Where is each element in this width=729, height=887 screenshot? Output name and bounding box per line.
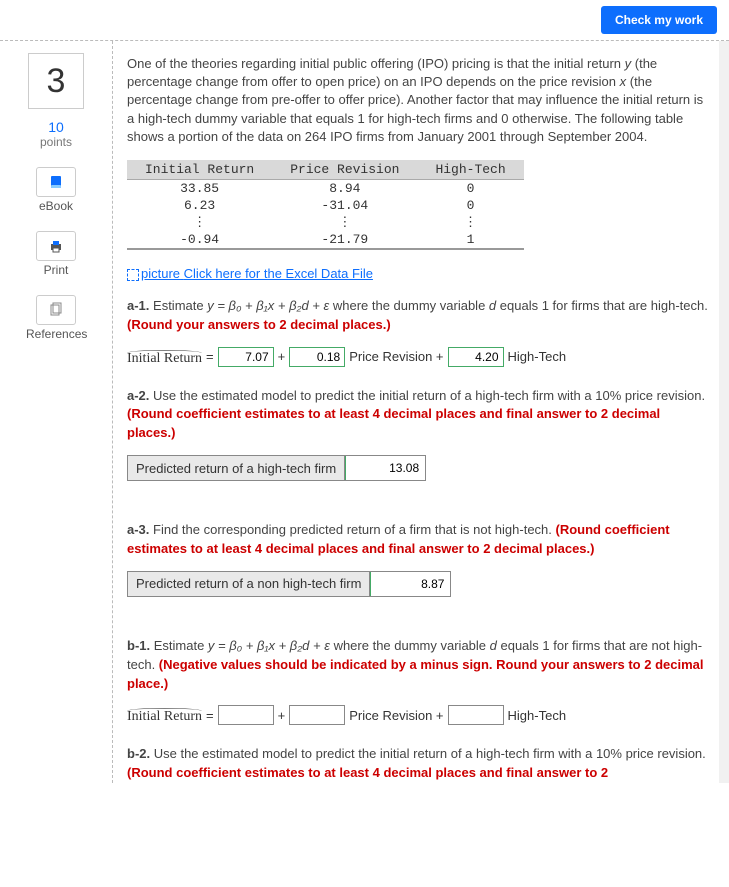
question-a3: a-3. Find the corresponding predicted re… (127, 521, 711, 559)
picture-icon (127, 269, 139, 281)
table-row: 33.858.940 (127, 179, 524, 197)
data-table: Initial Return Price Revision High-Tech … (127, 160, 524, 250)
b1-formula: Initial Return = + Price Revision + High… (127, 705, 711, 725)
ebook-label: eBook (39, 199, 73, 213)
question-b2: b-2. Use the estimated model to predict … (127, 745, 711, 783)
a2-row-label: Predicted return of a high-tech firm (128, 456, 345, 481)
initial-return-hat-b: Initial Return (127, 705, 202, 725)
print-button[interactable]: Print (26, 231, 86, 277)
table-row: 6.23-31.040 (127, 197, 524, 214)
question-a2: a-2. Use the estimated model to predict … (127, 387, 711, 444)
main-wrap: 3 10 points eBook Print References One o… (0, 40, 729, 783)
copy-icon (36, 295, 76, 325)
table-row: ⋮⋮⋮ (127, 214, 524, 231)
initial-return-hat: Initial Return (127, 347, 202, 367)
sidebar: 3 10 points eBook Print References (0, 41, 112, 783)
question-number: 3 (28, 53, 84, 109)
table-row: -0.94-21.791 (127, 231, 524, 249)
excel-data-link[interactable]: picture Click here for the Excel Data Fi… (127, 266, 373, 281)
b1-beta1-input[interactable] (289, 705, 345, 725)
a1-formula: Initial Return = + Price Revision + High… (127, 347, 711, 367)
book-icon (36, 167, 76, 197)
a2-value-input[interactable] (345, 456, 425, 480)
a2-answer-table: Predicted return of a high-tech firm (127, 455, 426, 481)
a1-beta2-input[interactable] (448, 347, 504, 367)
col-initial-return: Initial Return (127, 160, 272, 180)
col-high-tech: High-Tech (417, 160, 523, 180)
a3-answer-table: Predicted return of a non high-tech firm (127, 571, 451, 597)
scrollbar[interactable] (719, 41, 729, 783)
a1-beta1-input[interactable] (289, 347, 345, 367)
col-price-revision: Price Revision (272, 160, 417, 180)
top-bar: Check my work (0, 0, 729, 40)
a3-value-input[interactable] (370, 572, 450, 596)
a3-row-label: Predicted return of a non high-tech firm (128, 571, 370, 596)
question-a1: a-1. Estimate y = β₀ + β₁x + β₂d + ε whe… (127, 297, 711, 335)
print-label: Print (44, 263, 69, 277)
points-label: points (8, 135, 104, 149)
a1-beta0-input[interactable] (218, 347, 274, 367)
points-value: 10 (8, 119, 104, 135)
ebook-button[interactable]: eBook (26, 167, 86, 213)
b1-beta2-input[interactable] (448, 705, 504, 725)
references-button[interactable]: References (26, 295, 86, 341)
references-label: References (26, 327, 87, 341)
printer-icon (36, 231, 76, 261)
intro-paragraph: One of the theories regarding initial pu… (127, 55, 711, 146)
content-area: One of the theories regarding initial pu… (112, 41, 729, 783)
b1-beta0-input[interactable] (218, 705, 274, 725)
question-b1: b-1. Estimate y = β₀ + β₁x + β₂d + ε whe… (127, 637, 711, 694)
check-my-work-button[interactable]: Check my work (601, 6, 717, 34)
